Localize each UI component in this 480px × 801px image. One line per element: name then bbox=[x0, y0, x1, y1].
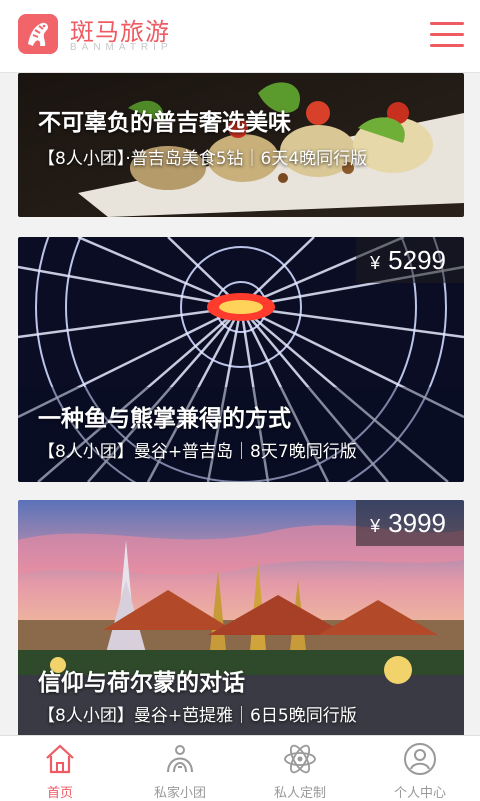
currency-symbol: ¥ bbox=[370, 253, 381, 273]
tab-private-group[interactable]: 私家小团 bbox=[120, 736, 240, 801]
price-value: 3999 bbox=[388, 508, 446, 538]
group-icon bbox=[167, 745, 193, 773]
home-icon bbox=[46, 744, 74, 774]
tab-home[interactable]: 首页 bbox=[0, 736, 120, 801]
tab-label: 私家小团 bbox=[153, 786, 206, 801]
menu-button[interactable] bbox=[430, 22, 464, 48]
atom-icon bbox=[284, 744, 316, 774]
tab-label: 个人中心 bbox=[393, 786, 446, 801]
trip-subtitle: 【8人小团】·普吉岛美食5钻｜6天4晚同行版 bbox=[38, 149, 368, 169]
user-icon bbox=[404, 743, 436, 775]
trip-list: 不可辜负的普吉奢选美味 【8人小团】·普吉岛美食5钻｜6天4晚同行版 ¥ 529… bbox=[0, 73, 480, 735]
trip-subtitle: 【8人小团】曼谷+芭提雅｜6日5晚同行版 bbox=[38, 706, 357, 726]
price-tag: ¥5299 bbox=[356, 237, 464, 283]
tab-label: 首页 bbox=[46, 786, 73, 801]
trip-card[interactable]: 不可辜负的普吉奢选美味 【8人小团】·普吉岛美食5钻｜6天4晚同行版 bbox=[18, 73, 464, 217]
trip-card[interactable]: ¥3999 信仰与荷尔蒙的对话 【8人小团】曼谷+芭提雅｜6日5晚同行版 bbox=[18, 500, 464, 735]
tab-profile[interactable]: 个人中心 bbox=[360, 736, 480, 801]
trip-card[interactable]: ¥5299 一种鱼与熊掌兼得的方式 【8人小团】曼谷+普吉岛｜8天7晚同行版 bbox=[18, 237, 464, 482]
tab-label: 私人定制 bbox=[273, 786, 326, 801]
currency-symbol: ¥ bbox=[370, 516, 381, 536]
trip-subtitle: 【8人小团】曼谷+普吉岛｜8天7晚同行版 bbox=[38, 442, 357, 462]
zebra-logo-icon bbox=[18, 14, 58, 54]
trip-title: 一种鱼与熊掌兼得的方式 bbox=[38, 406, 291, 432]
menu-icon-bar bbox=[430, 33, 464, 36]
bottom-tab-bar: 首页 私家小团 私人定制 个人中心 bbox=[0, 735, 480, 801]
app-header: 斑马旅游 BANMATRIP bbox=[0, 0, 480, 73]
trip-title: 信仰与荷尔蒙的对话 bbox=[38, 670, 245, 696]
menu-icon bbox=[430, 22, 464, 25]
tab-custom-trip[interactable]: 私人定制 bbox=[240, 736, 360, 801]
brand-name-en: BANMATRIP bbox=[70, 42, 173, 53]
price-tag: ¥3999 bbox=[356, 500, 464, 546]
menu-icon-bar bbox=[430, 44, 464, 47]
price-value: 5299 bbox=[388, 245, 446, 275]
trip-title: 不可辜负的普吉奢选美味 bbox=[38, 110, 291, 136]
